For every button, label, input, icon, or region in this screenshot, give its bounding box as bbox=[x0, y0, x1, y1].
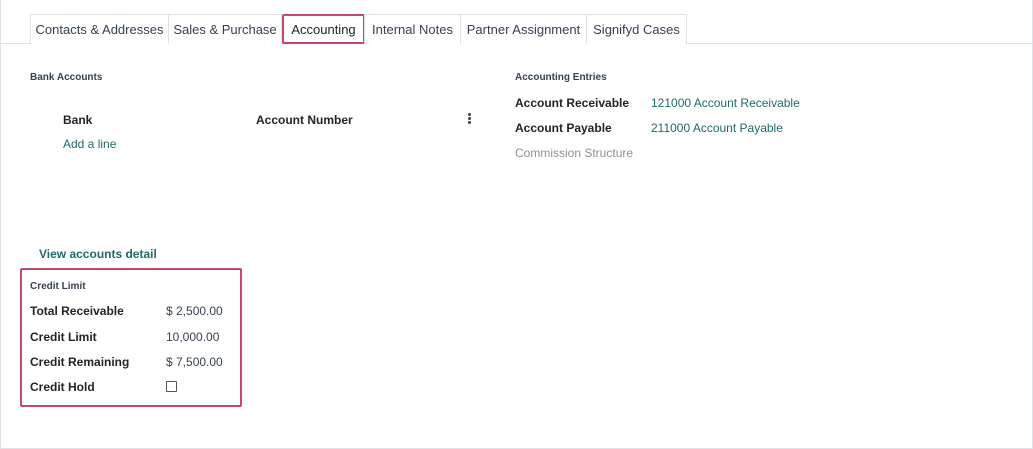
commission-structure-label: Commission Structure bbox=[515, 146, 634, 160]
column-options-icon[interactable] bbox=[466, 113, 472, 125]
credit-remaining-label: Credit Remaining bbox=[30, 355, 130, 369]
credit-hold-checkbox[interactable] bbox=[166, 381, 177, 392]
tab-accounting[interactable]: Accounting bbox=[282, 14, 365, 44]
credit-limit-label: Credit Limit bbox=[30, 330, 97, 344]
account-payable-label: Account Payable bbox=[515, 121, 612, 135]
account-receivable-label: Account Receivable bbox=[515, 96, 630, 110]
tab-partner-assignment[interactable]: Partner Assignment bbox=[460, 14, 587, 44]
account-receivable-field[interactable]: 121000 Account Receivable bbox=[651, 96, 800, 110]
total-receivable-value: $ 2,500.00 bbox=[166, 304, 223, 318]
credit-limit-title: Credit Limit bbox=[30, 281, 86, 292]
view-accounts-detail-button[interactable]: View accounts detail bbox=[39, 247, 157, 261]
credit-hold-label: Credit Hold bbox=[30, 380, 95, 394]
tab-internal-notes[interactable]: Internal Notes bbox=[364, 14, 461, 44]
tab-contacts-addresses[interactable]: Contacts & Addresses bbox=[30, 14, 169, 44]
tab-signifyd-cases[interactable]: Signifyd Cases bbox=[586, 14, 687, 44]
column-bank[interactable]: Bank bbox=[63, 113, 92, 127]
total-receivable-label: Total Receivable bbox=[30, 304, 124, 318]
bank-accounts-title: Bank Accounts bbox=[30, 72, 103, 83]
credit-limit-field[interactable]: 10,000.00 bbox=[166, 330, 219, 344]
tab-sales-purchase[interactable]: Sales & Purchase bbox=[168, 14, 282, 44]
account-payable-field[interactable]: 211000 Account Payable bbox=[651, 121, 783, 135]
column-account-number[interactable]: Account Number bbox=[256, 113, 353, 127]
accounting-entries-title: Accounting Entries bbox=[515, 72, 607, 83]
add-line-link[interactable]: Add a line bbox=[63, 137, 116, 151]
credit-remaining-value: $ 7,500.00 bbox=[166, 355, 223, 369]
